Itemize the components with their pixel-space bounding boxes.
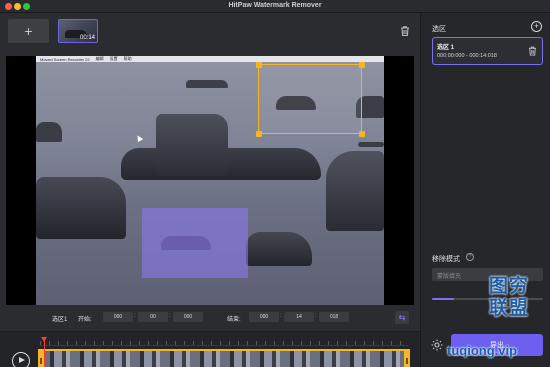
- rock: [156, 114, 228, 176]
- gear-icon[interactable]: [430, 338, 444, 352]
- add-media-button[interactable]: +: [8, 19, 49, 43]
- end-seconds-field[interactable]: 018: [319, 312, 349, 322]
- start-hours-field[interactable]: 000: [103, 312, 133, 322]
- selection-box[interactable]: [255, 61, 365, 137]
- start-label: 开始:: [78, 317, 92, 323]
- add-region-button[interactable]: +: [531, 21, 542, 32]
- rock: [326, 151, 384, 231]
- playhead[interactable]: [41, 337, 47, 367]
- end-minutes-field[interactable]: 14: [284, 312, 314, 322]
- swap-icon[interactable]: ⇆: [395, 311, 409, 324]
- resize-handle[interactable]: [255, 61, 262, 68]
- video-menubar-edit: 编辑: [95, 56, 104, 61]
- thumbnail-duration: 00:14: [79, 35, 95, 41]
- resize-handle[interactable]: [358, 130, 365, 137]
- rock: [246, 232, 312, 266]
- trim-handle-right[interactable]: [404, 349, 410, 367]
- resize-handle[interactable]: [255, 130, 262, 137]
- video-menubar: Movavi Screen Recorder 22 编辑 设置 帮助: [36, 56, 384, 62]
- video-preview[interactable]: Movavi Screen Recorder 22 编辑 设置 帮助: [6, 56, 414, 305]
- rock: [36, 177, 126, 239]
- removal-mode-title: 移除模式: [432, 256, 460, 263]
- rock: [36, 122, 62, 142]
- watermark-chars: 图穷 联盟: [489, 275, 550, 319]
- timeline: [0, 331, 420, 367]
- start-seconds-field[interactable]: 000: [173, 312, 203, 322]
- mouse-cursor-icon: [134, 133, 144, 143]
- rock: [358, 142, 384, 147]
- watermark-row: 联盟: [489, 297, 530, 319]
- timeline-ruler[interactable]: [40, 338, 408, 346]
- video-menubar-app: Movavi Screen Recorder 22: [40, 56, 90, 62]
- region-label: 选区1: [52, 317, 68, 323]
- video-menubar-settings: 设置: [109, 56, 118, 61]
- watermark-row: 图穷: [489, 275, 530, 297]
- video-track[interactable]: [38, 349, 410, 367]
- trash-icon[interactable]: [398, 24, 412, 38]
- region-card[interactable]: 选区 1 000:00:000 - 000:14:018: [432, 37, 543, 65]
- masked-area[interactable]: [142, 208, 248, 278]
- main-panel: + 00:14 Movavi Screen Recorder 22 编辑 设置 …: [0, 13, 420, 367]
- regions-title: 选区: [432, 26, 446, 33]
- slider-fill: [432, 298, 455, 300]
- time-controls: 选区1 开始: 000 : 00 : 000 结束: 000 : 14 : 01…: [0, 309, 420, 329]
- video-frame: Movavi Screen Recorder 22 编辑 设置 帮助: [36, 56, 384, 305]
- end-hours-field[interactable]: 000: [249, 312, 279, 322]
- help-icon[interactable]: ?: [466, 253, 474, 261]
- region-name: 选区 1: [437, 45, 455, 51]
- end-label: 结束:: [227, 317, 241, 323]
- video-menubar-help: 帮助: [123, 56, 132, 61]
- resize-handle[interactable]: [358, 61, 365, 68]
- window-title: HitPaw Watermark Remover: [228, 2, 322, 9]
- play-button[interactable]: [12, 352, 30, 367]
- start-minutes-field[interactable]: 00: [138, 312, 168, 322]
- rock: [186, 80, 228, 88]
- right-panel: 选区 + 选区 1 000:00:000 - 000:14:018 移除模式 ?…: [420, 13, 550, 367]
- region-time-range: 000:00:000 - 000:14:018: [437, 53, 497, 59]
- trash-icon[interactable]: [528, 46, 537, 56]
- watermark-logo: 图穷 联盟: [489, 275, 550, 329]
- title-bar: HitPaw Watermark Remover: [0, 0, 550, 13]
- watermark-url: tuqiong.vip: [447, 343, 518, 358]
- media-thumbnail[interactable]: 00:14: [58, 19, 98, 43]
